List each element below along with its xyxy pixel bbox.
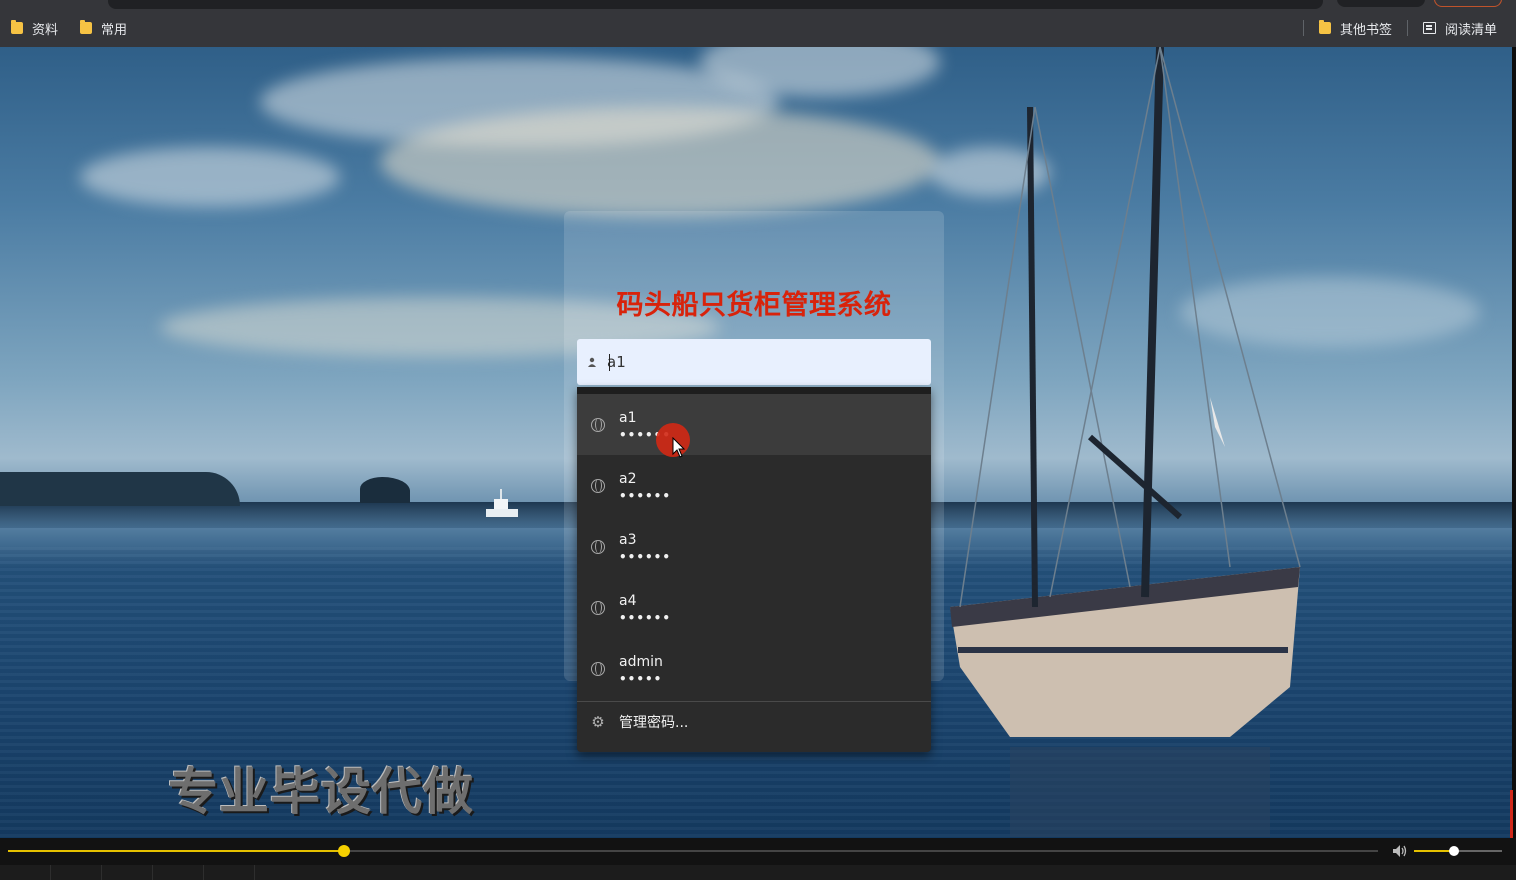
control-slot — [0, 865, 51, 880]
globe-icon — [591, 600, 605, 615]
folder-icon — [80, 20, 93, 34]
rock-island — [360, 477, 410, 503]
bookmark-label: 阅读清单 — [1444, 22, 1497, 38]
sailboat — [950, 47, 1301, 837]
reading-list[interactable]: 阅读清单 — [1412, 14, 1508, 42]
address-bar[interactable] — [108, 0, 1323, 9]
update-button[interactable] — [1434, 0, 1502, 7]
bookmark-folder-ziliao[interactable]: 资料 — [0, 14, 69, 42]
bookmark-label: 常用 — [101, 22, 128, 38]
autofill-entry[interactable]: a4 •••••• — [577, 577, 931, 638]
reading-list-icon — [1422, 22, 1436, 34]
control-slot — [51, 865, 102, 880]
control-slot — [204, 865, 255, 880]
globe-icon — [591, 417, 605, 432]
folder-icon — [11, 20, 23, 34]
volume-fill — [1414, 850, 1454, 852]
bookmarks-bar: 资料 常用 其他书签 阅读清单 — [0, 14, 1516, 42]
globe-icon — [591, 661, 605, 676]
globe-icon — [591, 539, 605, 554]
volume-slider[interactable] — [1414, 846, 1502, 856]
progress-handle[interactable] — [337, 845, 350, 857]
volume-handle[interactable] — [1448, 846, 1459, 856]
bookmark-label: 其他书签 — [1339, 22, 1392, 38]
bookmark-folder-changyong[interactable]: 常用 — [69, 14, 138, 42]
small-boat — [486, 489, 518, 517]
entry-password: ••••• — [619, 671, 663, 686]
player-footer — [0, 865, 1516, 880]
progress-bar[interactable] — [8, 845, 1378, 857]
entry-username: a4 — [619, 592, 637, 609]
user-icon — [577, 339, 607, 385]
folder-icon — [1318, 20, 1331, 34]
autofill-entry[interactable]: admin ••••• — [577, 638, 931, 699]
autofill-entry[interactable]: a1 •••••• — [577, 394, 931, 455]
entry-username: a3 — [619, 531, 637, 548]
window-edge — [1512, 47, 1516, 838]
username-input[interactable]: a1 — [577, 339, 931, 385]
page-title: 码头船只货柜管理系统 — [616, 290, 892, 321]
coastline — [0, 472, 240, 506]
video-player-bar — [0, 838, 1516, 880]
autofill-entry[interactable]: a2 •••••• — [577, 455, 931, 516]
text-caret — [609, 354, 610, 371]
manage-passwords-button[interactable]: ⚙ 管理密码... — [577, 702, 931, 742]
bookmark-divider — [1302, 20, 1304, 36]
globe-icon — [591, 478, 605, 493]
entry-username: a2 — [619, 470, 637, 487]
browser-toolbar: 资料 常用 其他书签 阅读清单 — [0, 0, 1516, 47]
cloud — [80, 147, 340, 207]
cloud — [380, 107, 940, 217]
entry-username: admin — [619, 653, 663, 670]
profile-button[interactable] — [1337, 0, 1425, 7]
dropdown-header — [577, 387, 931, 394]
password-autofill-dropdown: a1 •••••• a2 •••••• a3 •••••• a4 •••••• … — [577, 387, 931, 752]
control-slot — [102, 865, 153, 880]
entry-password: •••••• — [619, 610, 672, 625]
control-slot — [153, 865, 204, 880]
watermark-text: 专业毕设代做 — [168, 763, 474, 821]
other-bookmarks[interactable]: 其他书签 — [1308, 14, 1403, 42]
edge-marker — [1510, 790, 1513, 838]
entry-password: •••••• — [619, 488, 672, 503]
volume-icon[interactable] — [1392, 844, 1408, 858]
gear-icon: ⚙ — [591, 713, 605, 731]
bookmark-divider — [1406, 20, 1408, 36]
bookmark-label: 资料 — [32, 22, 59, 38]
autofill-entry[interactable]: a3 •••••• — [577, 516, 931, 577]
mouse-cursor-icon — [672, 437, 686, 458]
manage-passwords-label: 管理密码... — [619, 715, 689, 731]
entry-password: •••••• — [619, 549, 672, 564]
progress-fill — [8, 850, 344, 852]
